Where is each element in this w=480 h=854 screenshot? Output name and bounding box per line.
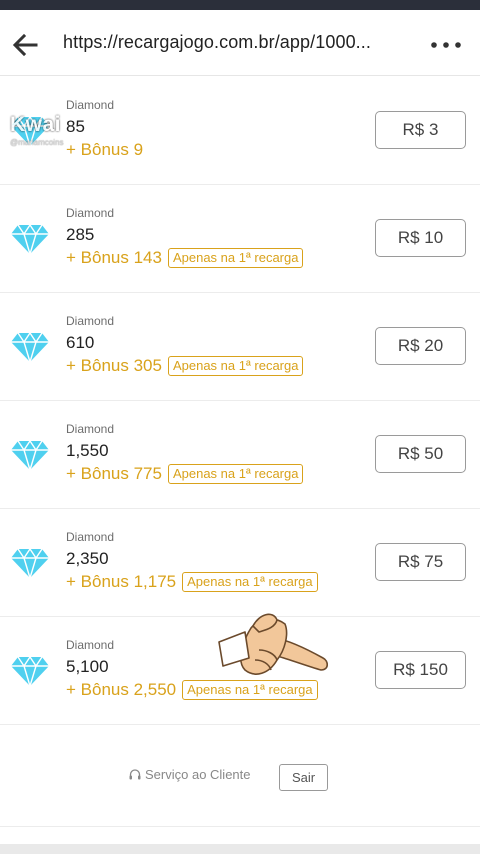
price-button[interactable]: R$ 50 bbox=[375, 435, 466, 473]
diamond-amount: 610 bbox=[66, 333, 95, 352]
diamond-amount: 2,350 bbox=[66, 549, 109, 568]
price-button[interactable]: R$ 75 bbox=[375, 543, 466, 581]
bonus-text: + Bônus 305 bbox=[66, 356, 162, 375]
first-recharge-badge: Apenas na 1ª recarga bbox=[182, 572, 318, 592]
watermark-handle: @mariamcoins bbox=[10, 138, 64, 147]
browser-url-bar: https://recargajogo.com.br/app/1000... bbox=[0, 10, 480, 76]
bonus-text: + Bônus 1,175 bbox=[66, 572, 177, 591]
price-button[interactable]: R$ 3 bbox=[375, 111, 466, 149]
first-recharge-badge: Apenas na 1ª recarga bbox=[182, 680, 318, 700]
package-type-label: Diamond bbox=[66, 314, 115, 328]
logout-button[interactable]: Sair bbox=[279, 764, 328, 791]
package-row[interactable]: Diamond 610 + Bônus 305 Apenas na 1ª recarg… bbox=[0, 293, 480, 401]
price-button[interactable]: R$ 10 bbox=[375, 219, 466, 257]
diamond-icon bbox=[11, 656, 49, 687]
diamond-icon bbox=[11, 224, 49, 255]
package-type-label: Diamond bbox=[66, 98, 115, 112]
package-row[interactable]: Diamond 285 + Bônus 143 Apenas na 1ª recarg… bbox=[0, 185, 480, 293]
first-recharge-badge: Apenas na 1ª recarga bbox=[167, 248, 304, 268]
package-type-label: Diamond bbox=[66, 206, 115, 220]
bonus-text: + Bônus 9 bbox=[66, 140, 144, 159]
price-button[interactable]: R$ 20 bbox=[375, 327, 466, 365]
url-text[interactable]: https://recargajogo.com.br/app/1000... bbox=[63, 32, 371, 53]
headset-icon bbox=[129, 768, 141, 779]
more-dots-icon[interactable] bbox=[428, 30, 464, 60]
package-type-label: Diamond bbox=[66, 530, 115, 544]
diamond-amount: 285 bbox=[66, 225, 95, 244]
package-row[interactable]: Diamond 85 + Bônus 9 R$ 3 bbox=[0, 77, 480, 185]
price-button[interactable]: R$ 150 bbox=[375, 651, 466, 689]
arrow-left-icon[interactable] bbox=[10, 30, 40, 60]
watermark-logo: Kwai bbox=[10, 113, 62, 136]
diamond-amount: 1,550 bbox=[66, 441, 109, 460]
first-recharge-badge: Apenas na 1ª recarga bbox=[167, 356, 304, 376]
first-recharge-badge: Apenas na 1ª recarga bbox=[167, 464, 304, 484]
diamond-icon bbox=[11, 332, 49, 363]
diamond-amount: 85 bbox=[66, 117, 85, 136]
bonus-text: + Bônus 143 bbox=[66, 248, 162, 267]
pointing-hand-icon bbox=[218, 613, 329, 675]
bonus-line: + Bônus 9 bbox=[66, 140, 143, 160]
bonus-line: + Bônus 1,175 Apenas na 1ª recarga bbox=[66, 572, 318, 592]
bonus-line: + Bônus 143 Apenas na 1ª recarga bbox=[66, 248, 304, 268]
package-type-label: Diamond bbox=[66, 422, 115, 436]
bottom-strip bbox=[0, 844, 480, 854]
bonus-text: + Bônus 2,550 bbox=[66, 680, 177, 699]
diamond-amount: 5,100 bbox=[66, 657, 109, 676]
status-strip bbox=[0, 0, 480, 10]
page-footer: Serviço ao Cliente Sair bbox=[0, 727, 480, 827]
bonus-line: + Bônus 2,550 Apenas na 1ª recarga bbox=[66, 680, 318, 700]
bonus-text: + Bônus 775 bbox=[66, 464, 162, 483]
diamond-icon bbox=[11, 440, 49, 471]
package-row[interactable]: Diamond 1,550 + Bônus 775 Apenas na 1ª reca… bbox=[0, 401, 480, 509]
customer-service-link[interactable]: Serviço ao Cliente bbox=[128, 767, 251, 782]
diamond-icon bbox=[11, 548, 49, 579]
customer-service-label: Serviço ao Cliente bbox=[145, 767, 251, 782]
kwai-watermark: Kwai @mariamcoins bbox=[10, 113, 63, 147]
bonus-line: + Bônus 305 Apenas na 1ª recarga bbox=[66, 356, 304, 376]
bonus-line: + Bônus 775 Apenas na 1ª recarga bbox=[66, 464, 304, 484]
package-type-label: Diamond bbox=[66, 638, 115, 652]
